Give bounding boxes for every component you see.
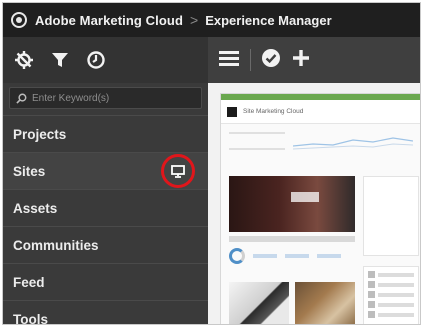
thumbnail-cards xyxy=(229,282,355,324)
nav-item-sites[interactable]: Sites xyxy=(3,152,214,189)
site-thumbnail-area: Site Marketing Cloud xyxy=(208,83,420,324)
compass-icon[interactable] xyxy=(13,49,35,71)
nav-item-communities[interactable]: Communities xyxy=(3,226,208,263)
app-window: Adobe Marketing Cloud > Experience Manag… xyxy=(2,2,421,325)
thumbnail-card-image xyxy=(295,282,355,324)
nav-item-label: Communities xyxy=(13,237,99,253)
main-toolbar xyxy=(208,37,420,83)
site-thumbnail[interactable]: Site Marketing Cloud xyxy=(220,93,420,324)
thumbnail-card-image xyxy=(229,282,289,324)
nav-item-label: Tools xyxy=(13,311,48,325)
thumbnail-metrics xyxy=(229,246,355,266)
add-icon[interactable] xyxy=(291,48,311,73)
metric-bar xyxy=(253,254,277,258)
thumbnail-side-panel xyxy=(363,176,419,256)
clock-icon[interactable] xyxy=(85,49,107,71)
thumbnail-list xyxy=(363,266,419,324)
thumbnail-logo xyxy=(227,106,237,117)
nav-item-assets[interactable]: Assets xyxy=(3,189,208,226)
main-panel: Site Marketing Cloud xyxy=(208,37,420,324)
search-icon xyxy=(16,93,27,104)
toolbar-divider xyxy=(250,49,251,71)
breadcrumb-separator: > xyxy=(190,12,199,28)
filter-icon[interactable] xyxy=(49,49,71,71)
nav-item-label: Assets xyxy=(13,200,58,216)
thumbnail-line-chart xyxy=(293,137,413,150)
thumbnail-list-item xyxy=(368,311,414,318)
thumbnail-title: Site Marketing Cloud xyxy=(243,108,304,115)
desktop-preview-button[interactable] xyxy=(161,154,195,188)
nav-item-tools[interactable]: Tools xyxy=(3,300,208,325)
search-input[interactable] xyxy=(32,92,182,104)
product-title[interactable]: Experience Manager xyxy=(205,13,331,28)
menu-icon[interactable] xyxy=(218,49,240,72)
check-circle-icon[interactable] xyxy=(261,48,281,73)
metric-ring xyxy=(229,248,245,264)
adobe-logo-icon[interactable] xyxy=(11,12,27,28)
brand-title[interactable]: Adobe Marketing Cloud xyxy=(35,13,183,28)
left-rail: Projects Sites Assets Communities xyxy=(3,37,214,325)
metric-bar xyxy=(285,254,309,258)
thumbnail-list-item xyxy=(368,271,414,278)
thumbnail-header: Site Marketing Cloud xyxy=(221,100,420,124)
thumbnail-text-block xyxy=(229,132,285,150)
nav-item-label: Feed xyxy=(13,274,45,290)
nav-item-projects[interactable]: Projects xyxy=(3,115,208,152)
metric-bar xyxy=(317,254,341,258)
thumbnail-hero-image xyxy=(229,176,355,232)
rail-nav: Projects Sites Assets Communities Feed T… xyxy=(3,115,214,325)
nav-item-feed[interactable]: Feed xyxy=(3,263,208,300)
nav-item-label: Projects xyxy=(13,126,67,142)
highlight-circle xyxy=(161,154,195,188)
thumbnail-list-item xyxy=(368,291,414,298)
top-bar: Adobe Marketing Cloud > Experience Manag… xyxy=(3,3,420,37)
rail-toolbar xyxy=(3,37,208,83)
thumbnail-list-item xyxy=(368,281,414,288)
thumbnail-caption xyxy=(229,236,355,242)
thumbnail-list-item xyxy=(368,301,414,308)
keyword-search[interactable] xyxy=(9,87,202,109)
